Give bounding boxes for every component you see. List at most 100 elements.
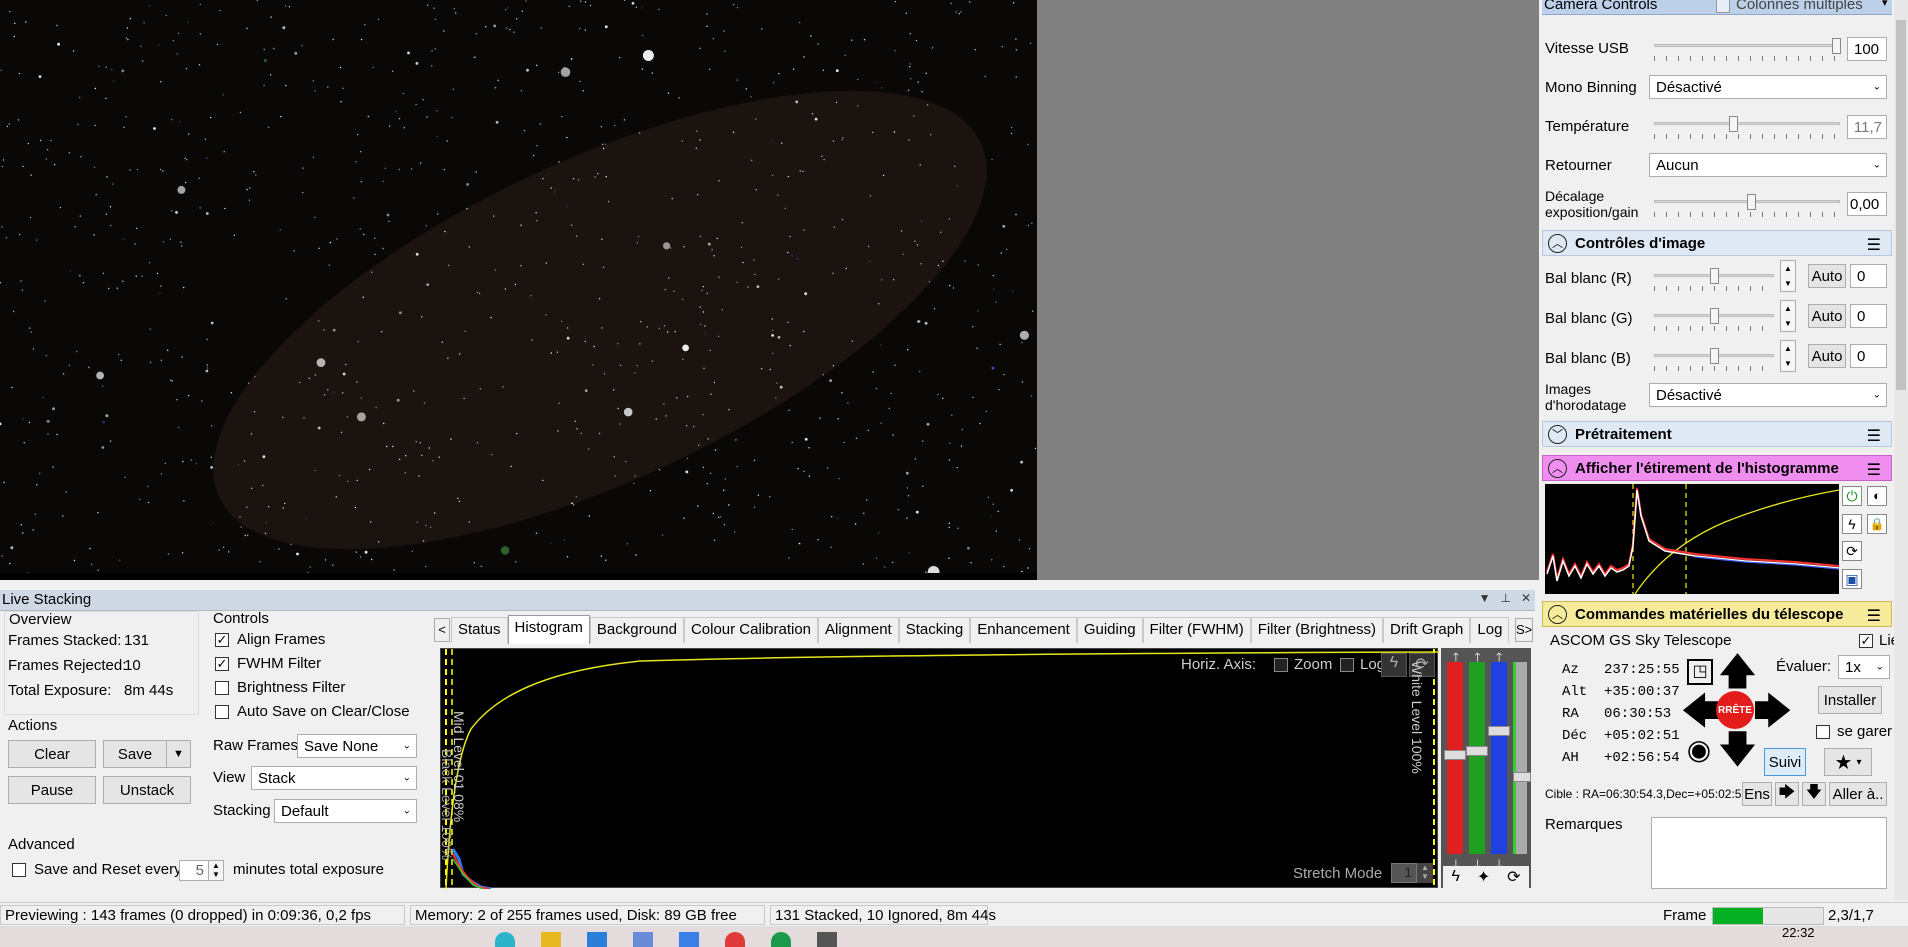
bal-b-spinner[interactable]: ▲ ▼ [1780, 340, 1796, 372]
se-garer-checkbox[interactable] [1816, 725, 1830, 739]
stretch-mode-spinner[interactable]: ▲ ▼ [1417, 863, 1433, 883]
vitesse-usb-input[interactable]: 100 [1847, 37, 1887, 61]
arrow-down-button[interactable]: 🡇 [1802, 782, 1826, 806]
stretch-mode-input[interactable]: 1 [1391, 863, 1417, 883]
folder-icon[interactable] [541, 932, 561, 947]
decalage-input[interactable]: 0,00 [1847, 192, 1887, 216]
menu-icon[interactable]: ☰ [1867, 460, 1881, 480]
star-dropdown-button[interactable]: ★ ▾ [1824, 748, 1872, 776]
menu-icon[interactable]: ☰ [1867, 235, 1881, 255]
luminance-level-slider[interactable] [1513, 662, 1531, 854]
app-icon[interactable] [817, 932, 837, 947]
installer-button[interactable]: Installer [1818, 686, 1882, 714]
brightness-filter-checkbox[interactable] [215, 681, 229, 695]
arrow-up-icon[interactable]: 🡅 [1718, 653, 1757, 693]
lightning-icon[interactable]: ϟ [1842, 513, 1862, 534]
zoom-checkbox[interactable] [1274, 658, 1288, 672]
arrow-right-icon[interactable]: 🡆 [1753, 693, 1792, 731]
tab-filter-brightness[interactable]: Filter (Brightness) [1250, 617, 1384, 643]
menu-icon[interactable]: ☰ [1867, 426, 1881, 446]
histogram-plot[interactable]: Horiz. Axis: Zoom Log ϟ ⟳ Mid Level 01.0… [439, 648, 1439, 889]
minutes-spinner[interactable]: ▲ ▼ [208, 860, 224, 881]
mono-binning-select[interactable]: Désactivé ⌄ [1649, 75, 1887, 99]
chevron-down-icon[interactable]: ▾ [1882, 0, 1888, 9]
remarques-textarea[interactable] [1651, 817, 1887, 889]
collapse-icon[interactable]: ︿ [1548, 604, 1567, 624]
lock-icon[interactable]: 🔒 [1867, 513, 1887, 534]
save-icon[interactable]: ▣ [1842, 568, 1862, 589]
stacking-select[interactable]: Default ⌄ [274, 799, 417, 823]
app-icon[interactable] [633, 932, 653, 947]
clear-button[interactable]: Clear [8, 740, 96, 768]
align-frames-checkbox[interactable]: ✓ [215, 633, 229, 647]
bal-r-spinner[interactable]: ▲ ▼ [1780, 260, 1796, 292]
tab-alignment[interactable]: Alignment [818, 617, 899, 643]
vitesse-usb-slider[interactable] [1654, 38, 1841, 61]
right-panel-scrollbar[interactable] [1894, 0, 1908, 900]
fwhm-filter-checkbox[interactable]: ✓ [215, 657, 229, 671]
app-icon[interactable] [771, 932, 791, 947]
tab-drift-graph[interactable]: Drift Graph [1383, 617, 1471, 643]
raw-frames-select[interactable]: Save None ⌄ [297, 734, 417, 758]
image-controls-header[interactable]: ︿ Contrôles d'image ☰ [1542, 230, 1892, 256]
tab-filter-fwhm[interactable]: Filter (FWHM) [1142, 617, 1251, 643]
arrow-left-icon[interactable]: 🡄 [1681, 693, 1720, 731]
target-icon[interactable]: ◉ [1683, 735, 1715, 767]
multi-columns-checbox[interactable] [1716, 0, 1730, 13]
view-select[interactable]: Stack ⌄ [251, 766, 417, 790]
menu-icon[interactable]: ☰ [1867, 606, 1881, 626]
tab-histogram[interactable]: Histogram [507, 615, 590, 644]
log-checkbox[interactable] [1340, 658, 1354, 672]
tab-background[interactable]: Background [589, 617, 684, 643]
ens-button[interactable]: Ens [1742, 782, 1772, 806]
bal-r-input[interactable]: 0 [1850, 264, 1887, 288]
lightning-icon[interactable]: ϟ [1451, 868, 1459, 886]
tab-stacking[interactable]: Stacking [898, 617, 971, 643]
bal-r-slider[interactable] [1654, 268, 1774, 291]
app-icon[interactable] [495, 932, 515, 947]
pause-button[interactable]: Pause [8, 776, 96, 804]
save-button[interactable]: Save [103, 740, 167, 768]
stop-button[interactable]: RRÊTE [1716, 691, 1754, 729]
tab-guiding[interactable]: Guiding [1076, 617, 1143, 643]
bal-b-slider[interactable] [1654, 348, 1774, 371]
unstack-button[interactable]: Unstack [103, 776, 191, 804]
auto-save-checkbox[interactable] [215, 705, 229, 719]
arrow-right-button[interactable]: 🡆 [1775, 782, 1799, 806]
bal-b-auto-button[interactable]: Auto [1808, 344, 1846, 368]
tab-enhancement[interactable]: Enhancement [970, 617, 1077, 643]
pretraitement-header[interactable]: ﹀ Prétraitement ☰ [1542, 421, 1892, 447]
app-icon[interactable] [679, 932, 699, 947]
tabs-scroll-right[interactable]: S> [1515, 618, 1533, 642]
green-level-slider[interactable] [1466, 662, 1488, 854]
decalage-slider[interactable] [1654, 194, 1840, 217]
save-reset-checkbox[interactable] [12, 863, 26, 877]
bal-g-slider[interactable] [1654, 308, 1774, 331]
stretch-histogram-plot[interactable] [1545, 484, 1839, 594]
tab-status[interactable]: Status [451, 617, 508, 643]
collapse-icon[interactable]: ︿ [1548, 458, 1567, 478]
bal-g-input[interactable]: 0 [1850, 304, 1887, 328]
tabs-scroll-left[interactable]: < [434, 618, 450, 642]
app-icon[interactable] [587, 932, 607, 947]
sparkle-icon[interactable]: ✦ [1477, 867, 1490, 887]
red-level-slider[interactable] [1444, 662, 1466, 854]
expand-icon[interactable]: ﹀ [1548, 424, 1567, 444]
linked-checkbox[interactable]: ✓ [1859, 634, 1873, 648]
close-icon[interactable]: ✕ [1521, 591, 1531, 605]
app-icon[interactable] [725, 932, 745, 947]
pin-icon[interactable]: ⊥ [1500, 591, 1510, 605]
minutes-input[interactable]: 5 [179, 860, 209, 881]
bal-b-input[interactable]: 0 [1850, 344, 1887, 368]
telescope-header[interactable]: ︿ Commandes matérielles du télescope ☰ [1542, 601, 1892, 627]
save-dropdown-button[interactable]: ▼ [166, 740, 191, 768]
dropdown-icon[interactable]: ▼ [1479, 591, 1491, 605]
evaluer-select[interactable]: 1x ⌄ [1838, 655, 1890, 679]
retourner-select[interactable]: Aucun ⌄ [1649, 153, 1887, 177]
temperature-slider[interactable] [1654, 116, 1840, 139]
refresh-icon[interactable]: ⟳ [1507, 867, 1520, 887]
collapse-icon[interactable]: ︿ [1548, 233, 1567, 253]
power-icon[interactable]: ⏻ [1842, 486, 1862, 506]
blue-level-slider[interactable] [1488, 662, 1510, 854]
lightning-icon[interactable]: ϟ [1381, 653, 1407, 677]
